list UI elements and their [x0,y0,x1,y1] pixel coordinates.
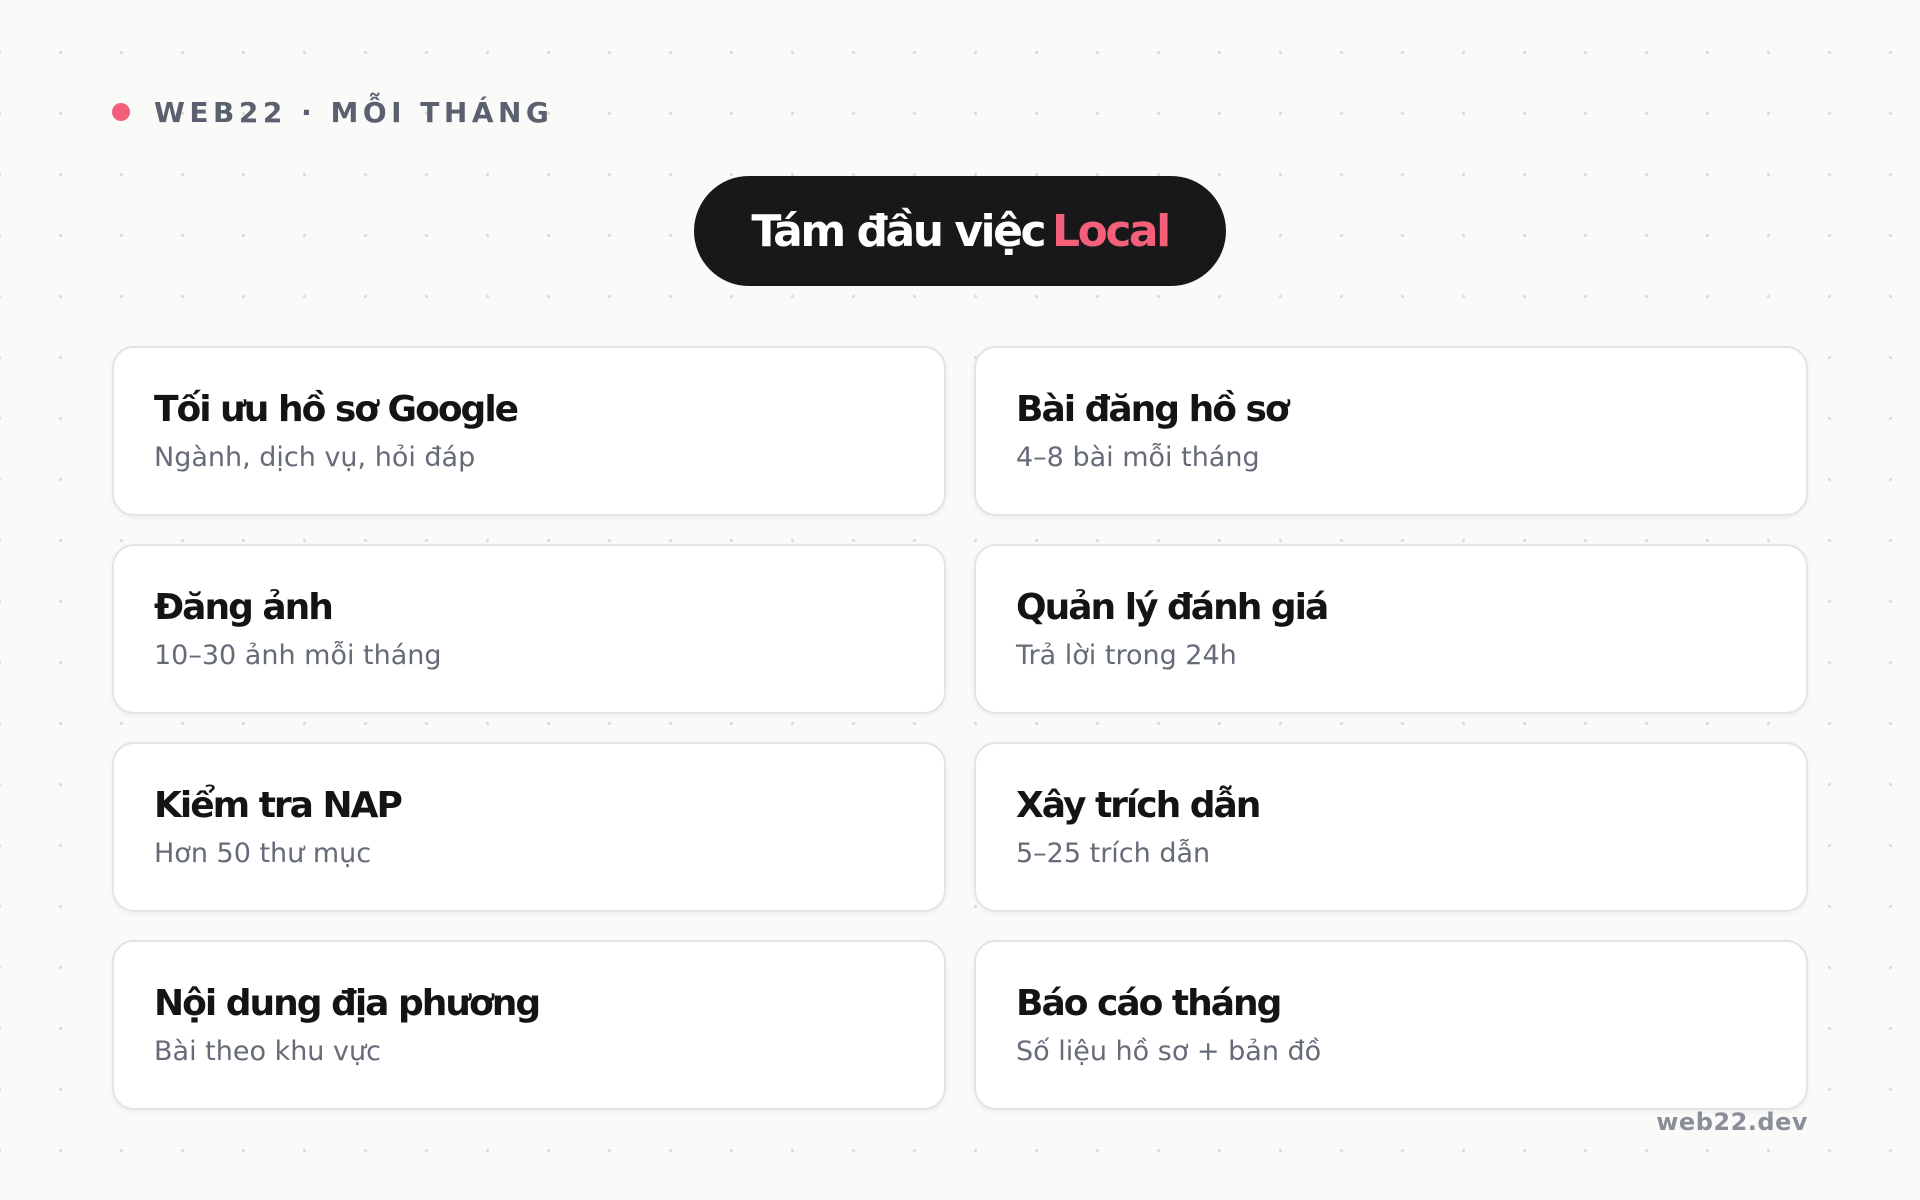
task-card-title: Kiểm tra NAP [154,785,403,826]
eyebrow: WEB22 · MỖI THÁNG [112,92,553,132]
task-grid: Tối ưu hồ sơ Google Ngành, dịch vụ, hỏi … [112,346,1808,1110]
task-card-title: Nội dung địa phương [154,983,541,1024]
task-card: Xây trích dẫn 5–25 trích dẫn [974,742,1808,912]
task-card-subtitle: 5–25 trích dẫn [1016,838,1211,869]
task-card-subtitle: Trả lời trong 24h [1016,640,1237,671]
accent-dot-icon [112,103,130,121]
task-card-title: Báo cáo tháng [1016,983,1282,1024]
task-card: Đăng ảnh 10–30 ảnh mỗi tháng [112,544,946,714]
task-card-subtitle: Bài theo khu vực [154,1036,381,1067]
task-card-subtitle: Ngành, dịch vụ, hỏi đáp [154,442,476,473]
task-card: Bài đăng hồ sơ 4–8 bài mỗi tháng [974,346,1808,516]
task-card-title: Bài đăng hồ sơ [1016,389,1290,430]
page-title-accent: Local [1052,205,1171,257]
task-card-title: Tối ưu hồ sơ Google [154,389,519,430]
task-card-title: Đăng ảnh [154,587,334,628]
task-card-subtitle: Hơn 50 thư mục [154,838,372,869]
task-card-title: Xây trích dẫn [1016,785,1261,826]
eyebrow-label: WEB22 · MỖI THÁNG [154,95,554,129]
task-card: Quản lý đánh giá Trả lời trong 24h [974,544,1808,714]
task-card-subtitle: 4–8 bài mỗi tháng [1016,442,1260,473]
task-card-subtitle: Số liệu hồ sơ + bản đồ [1016,1036,1322,1067]
footer-brand: web22.dev [1656,1108,1808,1136]
task-card: Báo cáo tháng Số liệu hồ sơ + bản đồ [974,940,1808,1110]
page-title: Tám đầu việc [751,205,1046,257]
task-card-title: Quản lý đánh giá [1016,587,1329,628]
task-card-subtitle: 10–30 ảnh mỗi tháng [154,640,442,671]
task-card: Nội dung địa phương Bài theo khu vực [112,940,946,1110]
title-pill: Tám đầu việc Local [694,176,1226,286]
task-card: Tối ưu hồ sơ Google Ngành, dịch vụ, hỏi … [112,346,946,516]
task-card: Kiểm tra NAP Hơn 50 thư mục [112,742,946,912]
